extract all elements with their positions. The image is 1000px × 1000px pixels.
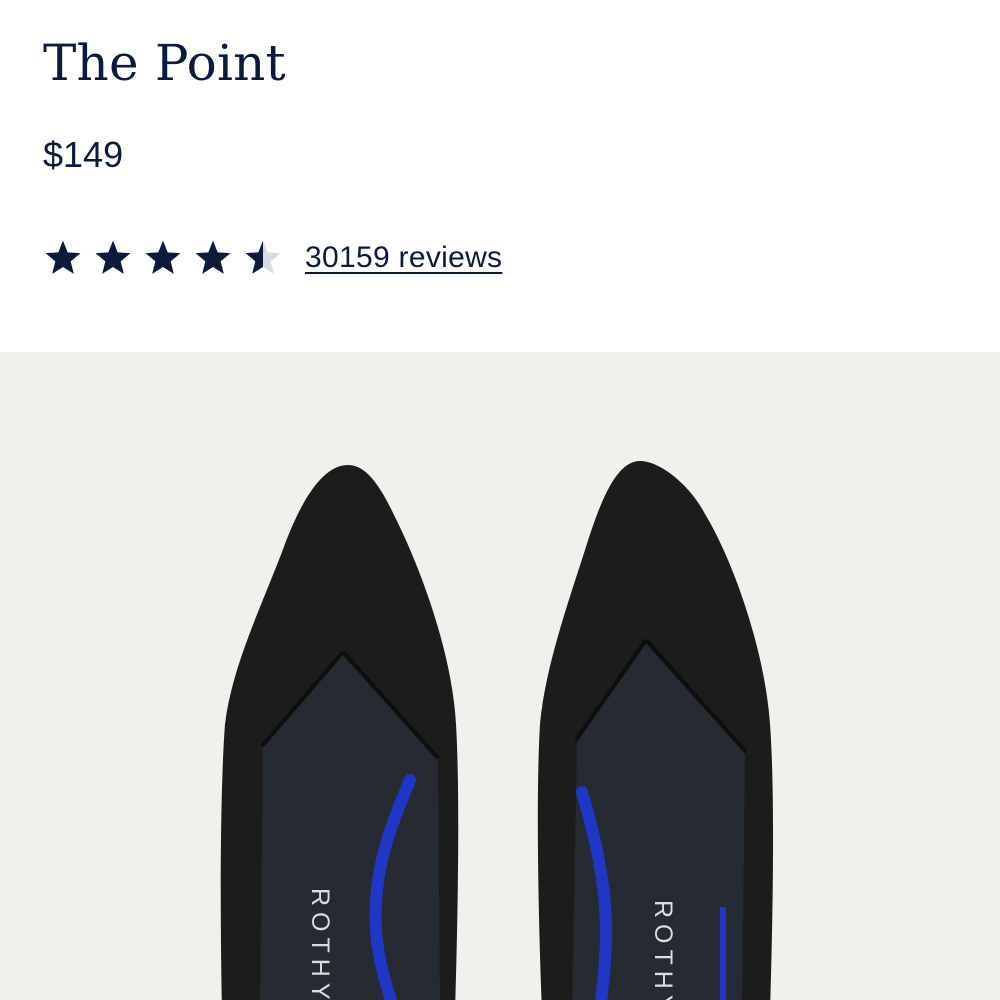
brand-mark-right: ROTHY (649, 900, 677, 1000)
star-icon (195, 240, 231, 274)
star-rating (43, 238, 283, 278)
product-price: $149 (43, 134, 124, 175)
star-icon (145, 240, 181, 274)
rating-row: 30159 reviews (43, 236, 502, 280)
half-star-icon (245, 240, 281, 274)
product-photo: ROTHY ROTHY (220, 461, 774, 1000)
reviews-link[interactable]: 30159 reviews (305, 238, 502, 278)
brand-mark-left: ROTHY (306, 888, 334, 1000)
left-shoe (220, 465, 459, 1000)
product-title: The Point (43, 34, 286, 92)
star-icon (45, 240, 81, 274)
star-icon (95, 240, 131, 274)
product-image: ROTHY ROTHY (0, 352, 1000, 1000)
